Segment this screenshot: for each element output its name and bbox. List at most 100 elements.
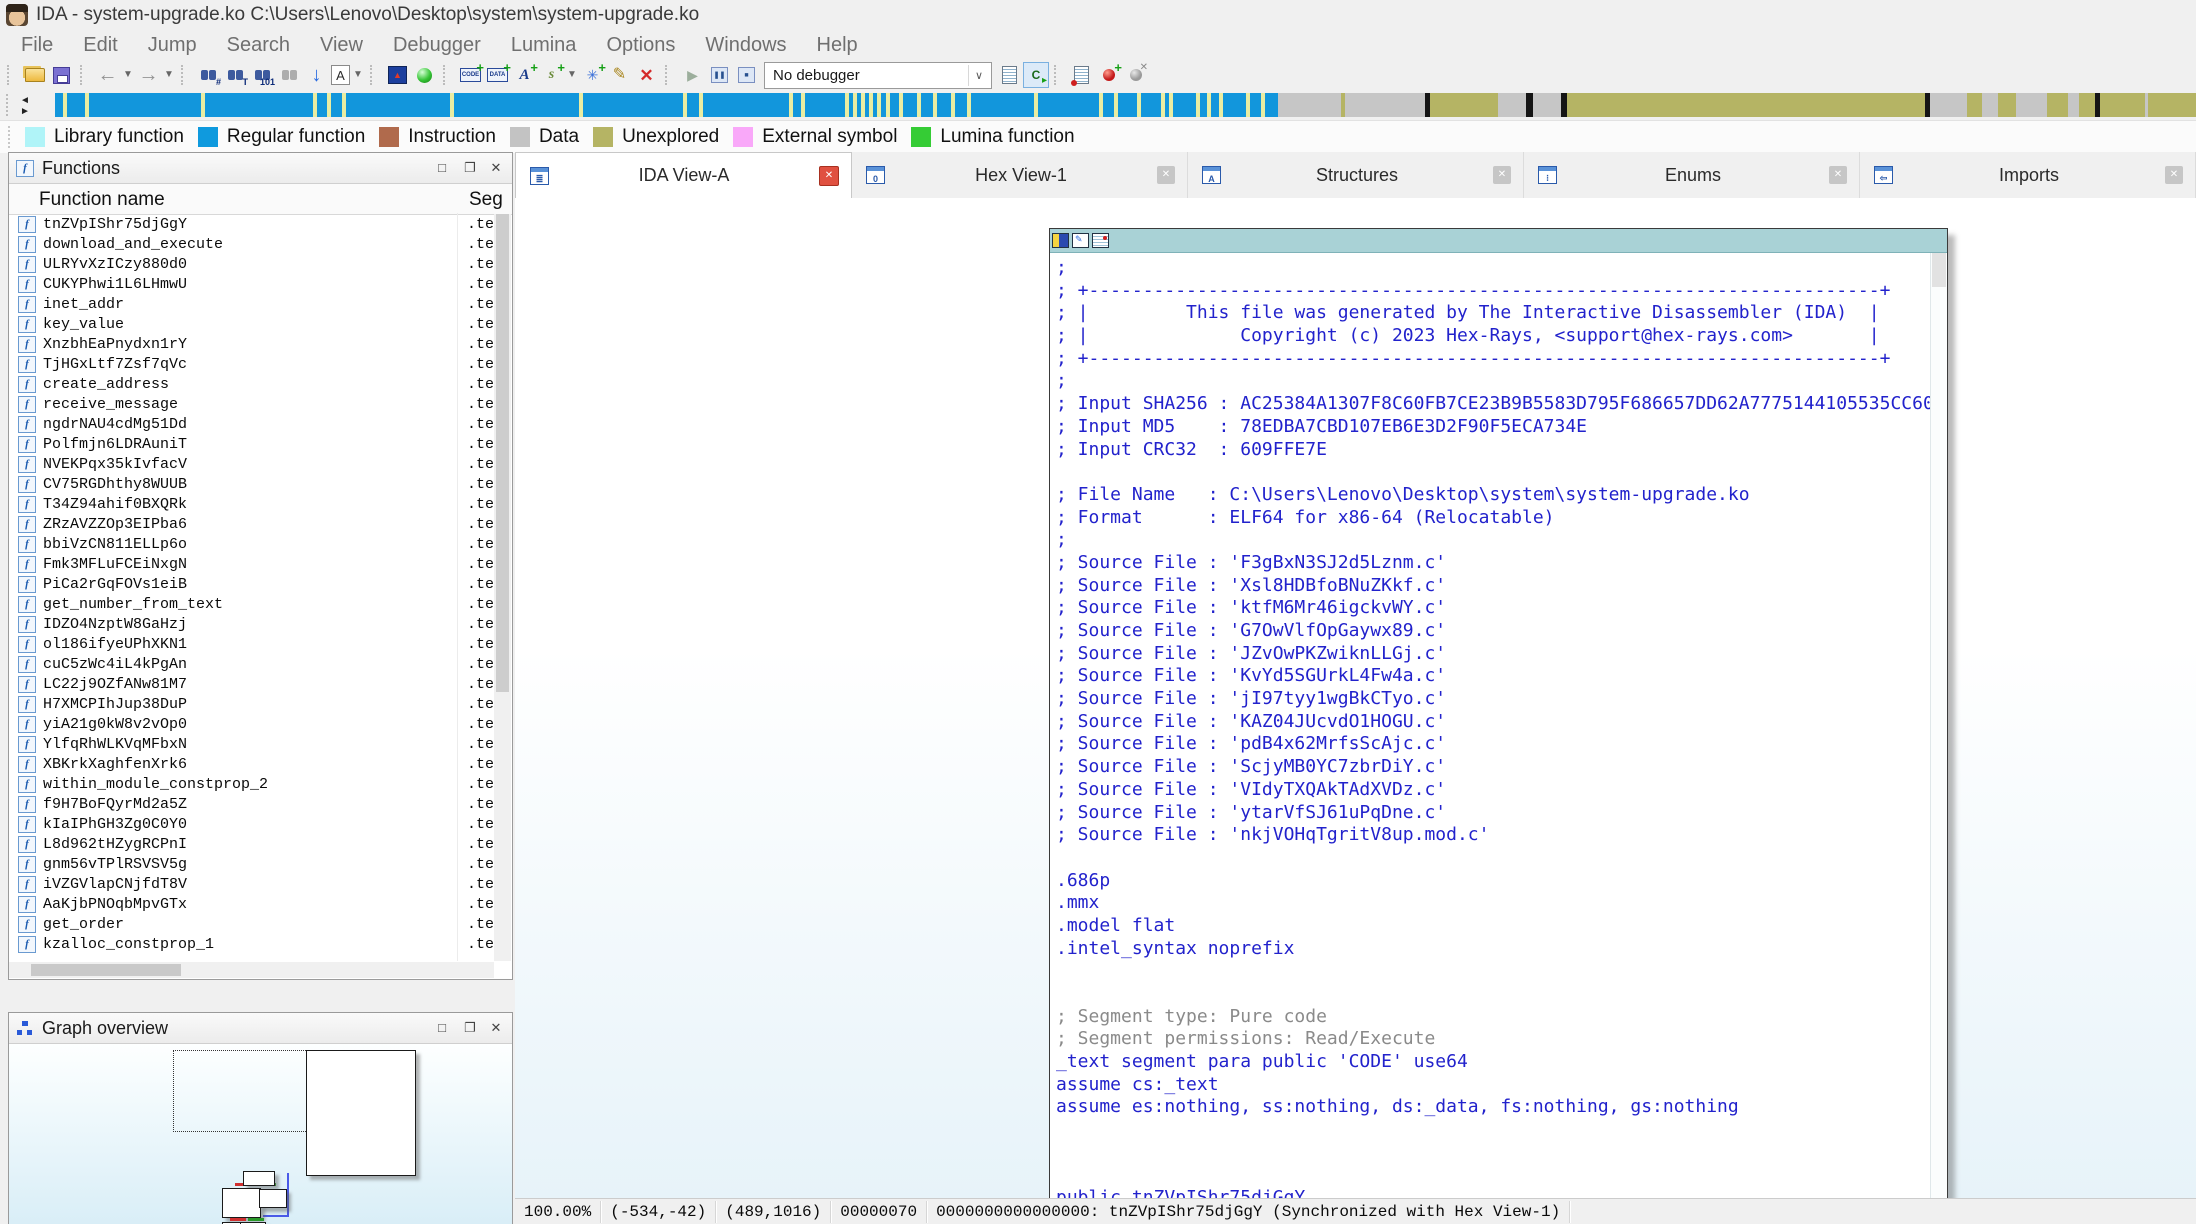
scrollbar-thumb[interactable] <box>1932 253 1946 287</box>
function-row[interactable]: fPiCa2rGqFOVs1eiB.tex <box>9 574 494 594</box>
tab-close-icon[interactable]: ✕ <box>2165 166 2183 184</box>
disassembly-window-caption[interactable] <box>1050 229 1947 253</box>
debugger-stop-button[interactable]: ■ <box>733 62 760 88</box>
function-row[interactable]: fYlfqRhWLKVqMFbxN.tex <box>9 734 494 754</box>
tab-close-icon[interactable]: ✕ <box>1829 166 1847 184</box>
name-dropdown[interactable]: ▼ <box>351 62 365 88</box>
edit-comment-button[interactable]: ✎ <box>606 62 633 88</box>
function-row[interactable]: fTjHGxLtf7Zsf7qVc.tex <box>9 354 494 374</box>
function-row[interactable]: fget_number_from_text.tex <box>9 594 494 614</box>
function-row[interactable]: fZRzAVZZOp3EIPba6.tex <box>9 514 494 534</box>
functions-horizontal-scrollbar[interactable] <box>9 962 494 978</box>
step-trace-button[interactable] <box>996 62 1023 88</box>
menu-item-options[interactable]: Options <box>591 30 690 60</box>
maximize-button[interactable]: □ <box>430 157 454 179</box>
debugger-pause-button[interactable]: ❚❚ <box>706 62 733 88</box>
function-row[interactable]: fwithin_module_constprop_2.tex <box>9 774 494 794</box>
function-row[interactable]: ff9H7BoFQyrMd2a5Z.tex <box>9 794 494 814</box>
function-row[interactable]: fcuC5zWc4iL4kPgAn.tex <box>9 654 494 674</box>
function-row[interactable]: fAaKjbPNOqbMpvGTx.tex <box>9 894 494 914</box>
search-text-button[interactable]: T <box>222 62 249 88</box>
function-row[interactable]: fyiA21g0kW8v2vOp0.tex <box>9 714 494 734</box>
search-again-button[interactable] <box>276 62 303 88</box>
column-segment[interactable]: Seg <box>469 189 503 211</box>
function-row[interactable]: fol186ifyeUPhXKN1.tex <box>9 634 494 654</box>
create-array-button[interactable]: ✳ <box>579 62 606 88</box>
function-row[interactable]: fCUKYPhwi1L6LHmwU.tex <box>9 274 494 294</box>
function-row[interactable]: fXnzbhEaPnydxn1rY.tex <box>9 334 494 354</box>
function-row[interactable]: freceive_message.tex <box>9 394 494 414</box>
menu-item-windows[interactable]: Windows <box>690 30 801 60</box>
function-row[interactable]: fPolfmjn6LDRAuniT.tex <box>9 434 494 454</box>
navband-left-arrow-icon[interactable]: ◄ <box>20 95 30 106</box>
graph-overview-titlebar[interactable]: Graph overview □ ❐ ✕ <box>9 1013 512 1044</box>
function-row[interactable]: fiVZGVlapCNjfdT8V.tex <box>9 874 494 894</box>
function-row[interactable]: fULRYvXzICzy880d0.tex <box>9 254 494 274</box>
debugger-select-combo[interactable]: No debugger∨ <box>764 62 992 89</box>
menu-item-view[interactable]: View <box>305 30 378 60</box>
function-row[interactable]: fcreate_address.tex <box>9 374 494 394</box>
menu-item-debugger[interactable]: Debugger <box>378 30 496 60</box>
function-row[interactable]: finet_addr.tex <box>9 294 494 314</box>
forward-history-dropdown[interactable]: ▼ <box>162 62 176 88</box>
functions-panel-titlebar[interactable]: f Functions □ ❐ ✕ <box>9 153 512 184</box>
add-breakpoint-button[interactable] <box>1095 62 1122 88</box>
navband-right-arrow-icon[interactable]: ► <box>20 106 30 117</box>
run-to-cursor-button[interactable]: C <box>1023 62 1049 88</box>
function-row[interactable]: fL8d962tHZygRCPnI.tex <box>9 834 494 854</box>
function-row[interactable]: fH7XMCPIhJup38DuP.tex <box>9 694 494 714</box>
function-row[interactable]: fFmk3MFLuFCEiNxgN.tex <box>9 554 494 574</box>
navband-marker-button[interactable]: ▲ <box>384 62 411 88</box>
search-immediate-value-button[interactable]: # <box>195 62 222 88</box>
close-button[interactable]: ✕ <box>484 157 508 179</box>
functions-list[interactable]: ftnZVpIShr75djGgY.texfdownload_and_execu… <box>9 214 494 961</box>
function-row[interactable]: fdownload_and_execute.tex <box>9 234 494 254</box>
open-file-button[interactable] <box>21 62 48 88</box>
graph-overview-canvas[interactable] <box>9 1044 512 1224</box>
functions-column-header[interactable]: Function name Seg <box>9 184 512 215</box>
maximize-button[interactable]: □ <box>430 1017 454 1039</box>
function-row[interactable]: fkzalloc_constprop_1.tex <box>9 934 494 954</box>
navigate-forward-button[interactable]: → <box>135 62 162 88</box>
float-button[interactable]: ❐ <box>458 1017 482 1039</box>
tab-close-icon[interactable]: ✕ <box>819 166 839 186</box>
tab-enums[interactable]: ⁝Enums✕ <box>1524 152 1860 198</box>
function-row[interactable]: fLC22j9OZfANw81M7.tex <box>9 674 494 694</box>
create-struct-dropdown[interactable]: ▼ <box>565 62 579 88</box>
create-struct-button[interactable]: s <box>538 62 565 88</box>
jump-address-button[interactable]: ↓ <box>303 62 330 88</box>
function-row[interactable]: fIDZO4NzptW8GaHzj.tex <box>9 614 494 634</box>
scrollbar-thumb[interactable] <box>496 214 509 692</box>
menu-item-jump[interactable]: Jump <box>133 30 212 60</box>
function-row[interactable]: fkey_value.tex <box>9 314 494 334</box>
function-row[interactable]: fCV75RGDhthy8WUUB.tex <box>9 474 494 494</box>
menu-item-file[interactable]: File <box>6 30 68 60</box>
function-row[interactable]: fXBKrkXaghfenXrk6.tex <box>9 754 494 774</box>
search-binary-button[interactable]: 101 <box>249 62 276 88</box>
menu-item-edit[interactable]: Edit <box>68 30 132 60</box>
function-row[interactable]: fget_order.tex <box>9 914 494 934</box>
save-button[interactable] <box>48 62 75 88</box>
chevron-down-icon[interactable]: ∨ <box>968 65 989 86</box>
navigation-band[interactable] <box>55 93 2196 117</box>
delete-breakpoint-button[interactable] <box>1122 62 1149 88</box>
tab-hex-view-1[interactable]: 0Hex View-1✕ <box>852 152 1188 198</box>
menu-item-search[interactable]: Search <box>212 30 305 60</box>
create-code-button[interactable]: CODE <box>457 62 484 88</box>
disassembly-scrollbar[interactable] <box>1930 253 1947 1199</box>
float-button[interactable]: ❐ <box>458 157 482 179</box>
tab-close-icon[interactable]: ✕ <box>1157 166 1175 184</box>
back-history-dropdown[interactable]: ▼ <box>121 62 135 88</box>
name-button[interactable]: A <box>330 62 351 88</box>
scrollbar-thumb[interactable] <box>31 964 181 976</box>
menu-item-help[interactable]: Help <box>802 30 873 60</box>
disassembly-listing[interactable]: ;; +------------------------------------… <box>1050 253 1931 1199</box>
function-row[interactable]: fbbiVzCN811ELLp6o.tex <box>9 534 494 554</box>
function-row[interactable]: fT34Z94ahif0BXQRk.tex <box>9 494 494 514</box>
function-row[interactable]: fkIaIPhGH3Zg0C0Y0.tex <box>9 814 494 834</box>
undefine-button[interactable]: ✕ <box>633 62 660 88</box>
functions-vertical-scrollbar[interactable] <box>494 214 511 961</box>
close-button[interactable]: ✕ <box>484 1017 508 1039</box>
tab-ida-view-a[interactable]: ≣IDA View-A✕ <box>515 152 852 198</box>
function-row[interactable]: fNVEKPqx35kIvfacV.tex <box>9 454 494 474</box>
